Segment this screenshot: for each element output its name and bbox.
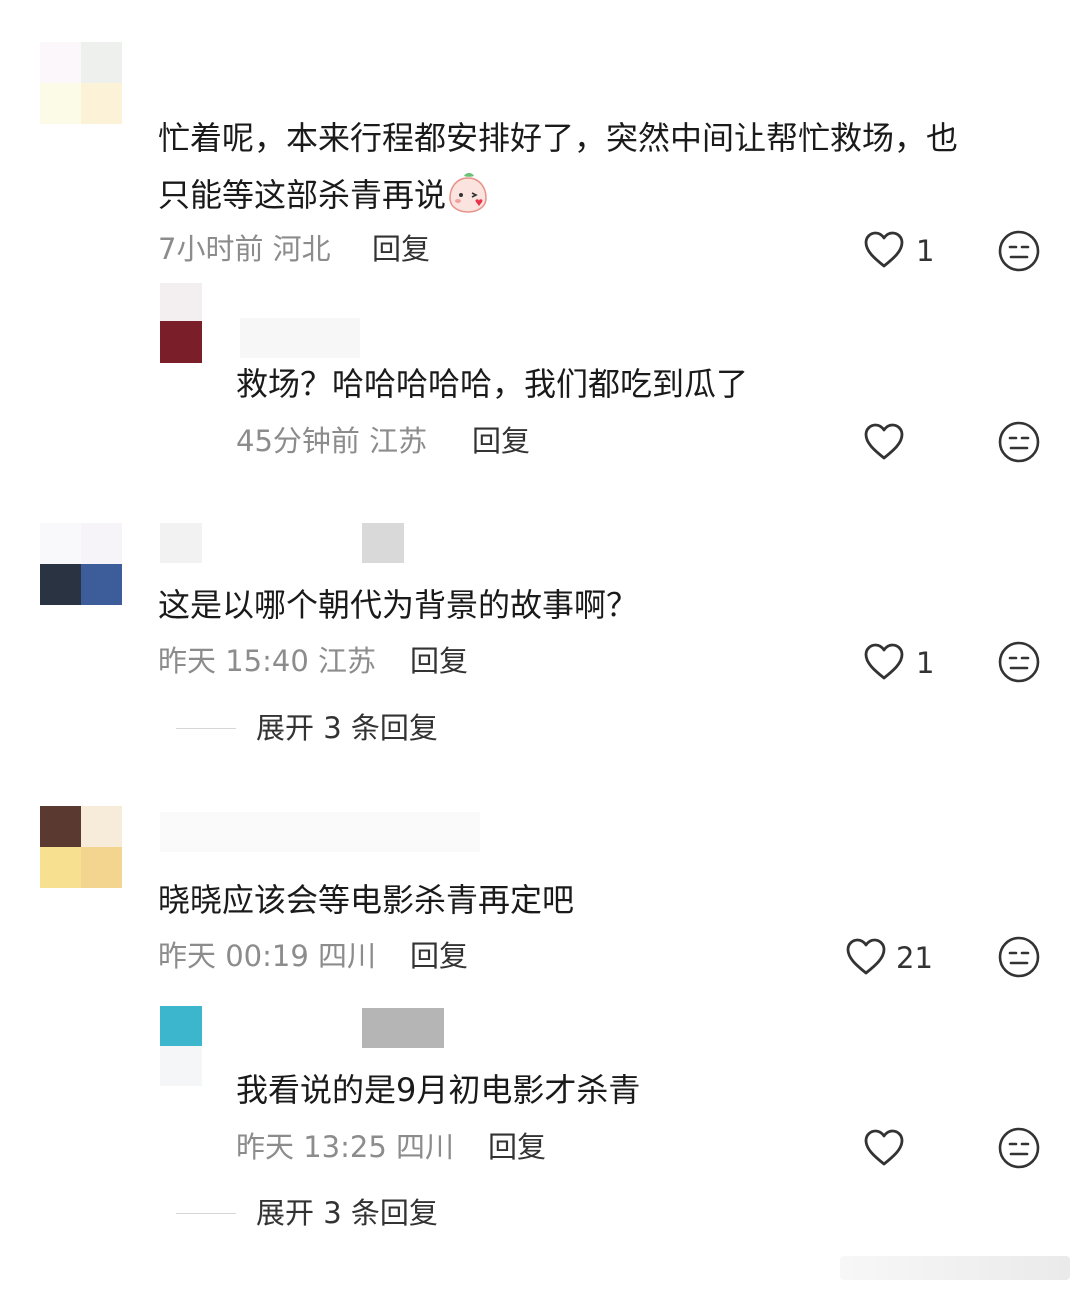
watermark — [840, 1256, 1070, 1280]
comment-text: 晓晓应该会等电影杀青再定吧 — [158, 881, 575, 919]
heart-outline-icon[interactable] — [862, 640, 906, 684]
like-count: 1 — [916, 646, 935, 680]
reply-button[interactable]: 回复 — [488, 1127, 546, 1167]
reply-text: 救场？哈哈哈哈哈，我们都吃到瓜了 — [236, 365, 749, 403]
comment-location: 河北 — [272, 232, 331, 266]
reply-button[interactable]: 回复 — [410, 641, 468, 681]
avatar[interactable] — [160, 283, 202, 363]
neutral-face-icon[interactable] — [997, 1126, 1041, 1170]
expand-replies-button[interactable]: 展开 3 条回复 — [256, 708, 438, 748]
username-redacted — [160, 523, 202, 563]
comment-text: 这是以哪个朝代为背景的故事啊？ — [158, 586, 639, 624]
neutral-face-icon[interactable] — [997, 640, 1041, 684]
avatar[interactable] — [160, 1006, 202, 1086]
comment-meta: 昨天 15:40 江苏 — [158, 641, 376, 681]
comment-time: 7小时前 — [158, 232, 264, 266]
avatar[interactable] — [40, 523, 122, 605]
reply-button[interactable]: 回复 — [372, 229, 430, 269]
like-count: 1 — [916, 234, 935, 268]
reply-time: 昨天 13:25 — [236, 1130, 387, 1164]
reply-button[interactable]: 回复 — [410, 936, 468, 976]
expand-divider — [176, 1213, 236, 1214]
comment-meta: 7小时前 河北 — [158, 229, 331, 269]
reply-meta: 昨天 13:25 四川 — [236, 1127, 454, 1167]
neutral-face-icon[interactable] — [997, 420, 1041, 464]
heart-outline-icon[interactable] — [862, 1126, 906, 1170]
comment-text-line2: 只能等这部杀青再说 — [158, 170, 490, 217]
username-redacted — [160, 812, 480, 852]
comment-text: 忙着呢，本来行程都安排好了，突然中间让帮忙救场，也 — [158, 119, 959, 157]
reply-meta: 45分钟前 江苏 — [236, 421, 427, 461]
reply-button[interactable]: 回复 — [472, 421, 530, 461]
avatar[interactable] — [40, 806, 122, 888]
reply-text: 我看说的是9月初电影才杀青 — [236, 1071, 641, 1109]
avatar[interactable] — [40, 42, 122, 124]
heart-outline-icon[interactable] — [862, 228, 906, 272]
comment-time: 昨天 00:19 — [158, 939, 309, 973]
reply-time: 45分钟前 — [236, 424, 360, 458]
neutral-face-icon[interactable] — [997, 229, 1041, 273]
comment-time: 昨天 15:40 — [158, 644, 309, 678]
neutral-face-icon[interactable] — [997, 935, 1041, 979]
comment-location: 四川 — [318, 939, 377, 973]
comment-meta: 昨天 00:19 四川 — [158, 936, 376, 976]
heart-outline-icon[interactable] — [844, 935, 888, 979]
comment-location: 江苏 — [318, 644, 377, 678]
expand-replies-button[interactable]: 展开 3 条回复 — [256, 1193, 438, 1233]
heart-outline-icon[interactable] — [862, 420, 906, 464]
reply-location: 四川 — [396, 1130, 455, 1164]
user-badge-redacted — [362, 523, 404, 563]
reply-location: 江苏 — [369, 424, 428, 458]
expand-divider — [176, 728, 236, 729]
username-redacted — [240, 318, 360, 358]
like-count: 21 — [896, 941, 933, 975]
peach-kiss-emoji — [449, 173, 487, 213]
user-badge-redacted — [362, 1008, 444, 1048]
